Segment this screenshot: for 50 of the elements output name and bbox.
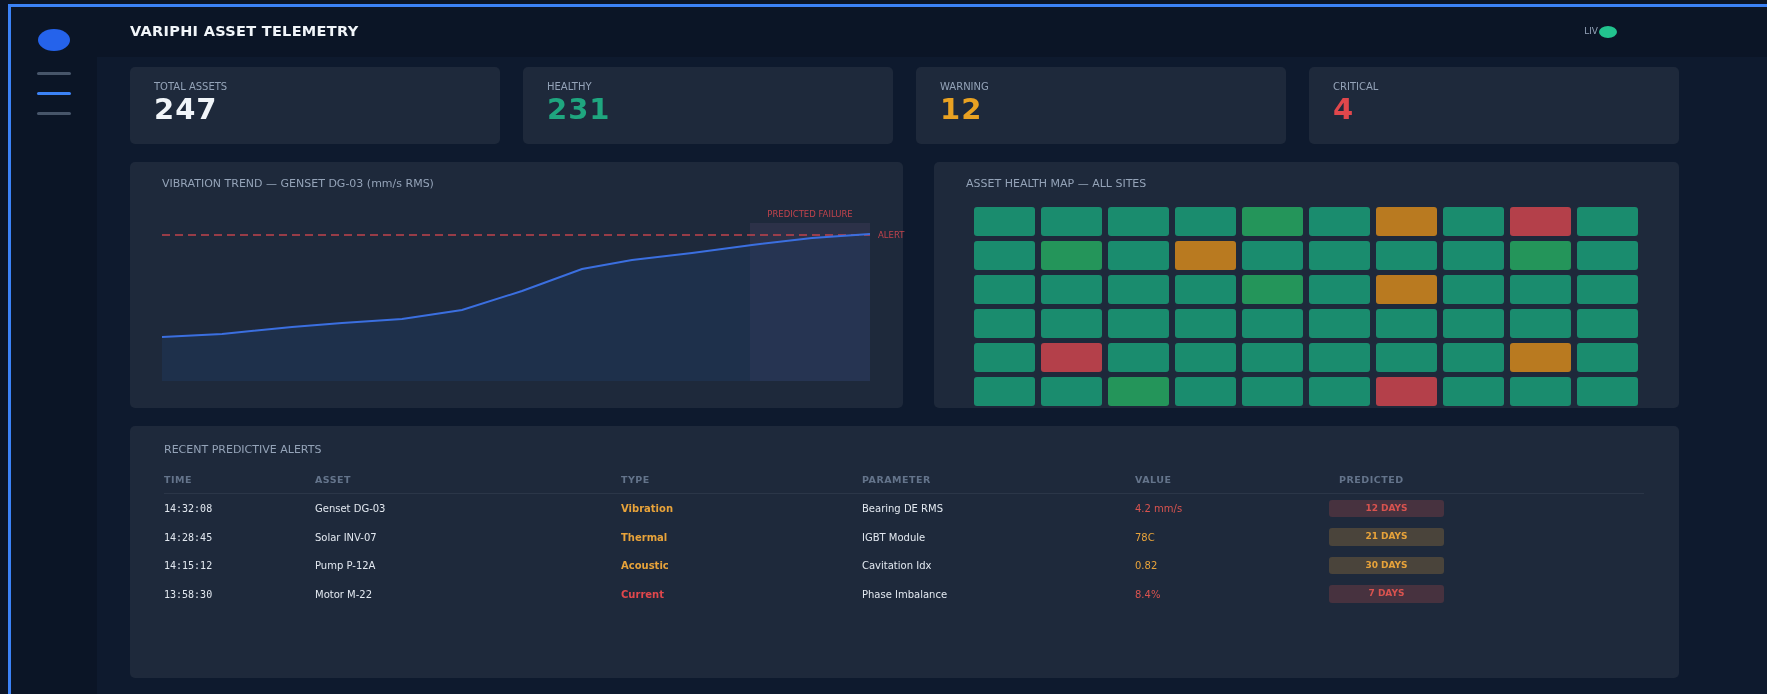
prediction-badge: 21 DAYS	[1329, 528, 1444, 546]
table-cell: 14:28:45	[164, 522, 315, 551]
nav-item[interactable]	[37, 72, 71, 75]
kpi-label: TOTAL ASSETS	[154, 80, 229, 94]
nav-item[interactable]	[37, 92, 71, 95]
prediction-badge: 7 DAYS	[1329, 585, 1444, 603]
table-cell: Pump P-12A	[315, 550, 621, 580]
table-cell: Bearing DE RMS	[862, 493, 1135, 523]
table-cell: IGBT Module	[862, 522, 1135, 551]
table-cell: Acoustic	[621, 560, 669, 571]
table-cell: Thermal	[621, 531, 668, 543]
column-header: VALUE	[1135, 468, 1329, 494]
predicted-failure-label: PREDICTED FAILURE	[767, 208, 853, 219]
alert-label: ALERT	[878, 229, 905, 240]
column-header: PREDICTED	[1329, 468, 1644, 494]
table-cell: 0.82	[1135, 550, 1329, 580]
table-cell: 78C	[1135, 522, 1329, 551]
table-cell: Phase Imbalance	[862, 579, 1135, 608]
table-cell: Current	[621, 588, 664, 600]
live-indicator-icon	[1599, 26, 1617, 38]
kpi-label: CRITICAL	[1333, 80, 1380, 94]
kpi-value: 247	[154, 94, 219, 126]
column-header: TYPE	[621, 468, 862, 494]
table-cell: Genset DG-03	[315, 493, 621, 523]
kpi-label: WARNING	[940, 80, 990, 94]
kpi-value: 12	[940, 94, 984, 126]
prediction-badge: 12 DAYS	[1329, 499, 1444, 518]
table-cell: Solar INV-07	[315, 522, 621, 551]
live-label: LIV	[1584, 25, 1598, 39]
kpi-value: 4	[1333, 94, 1356, 126]
table-cell: 13:58:30	[164, 579, 315, 608]
nav-item[interactable]	[37, 112, 71, 115]
table-cell: 8.4%	[1135, 579, 1329, 608]
table-cell: 4.2 mm/s	[1135, 493, 1329, 523]
panel-title: ASSET HEALTH MAP — ALL SITES	[966, 176, 1148, 192]
panel-title: VIBRATION TREND — GENSET DG-03 (mm/s RMS)	[162, 176, 435, 192]
column-header: TIME	[164, 468, 315, 494]
logo-icon	[38, 29, 70, 51]
app-title: VARIPHI ASSET TELEMETRY	[130, 22, 359, 42]
kpi-label: HEALTHY	[547, 80, 593, 94]
table-cell: 14:32:08	[164, 493, 315, 523]
column-header: PARAMETER	[862, 468, 1135, 494]
table-cell: Vibration	[621, 503, 674, 514]
table-cell: 14:15:12	[164, 550, 315, 580]
table-cell: Motor M-22	[315, 579, 621, 608]
table-cell: Cavitation Idx	[862, 550, 1135, 580]
column-header: ASSET	[315, 468, 621, 494]
prediction-badge: 30 DAYS	[1329, 556, 1444, 575]
kpi-value: 231	[547, 94, 612, 126]
panel-title: RECENT PREDICTIVE ALERTS	[164, 442, 323, 458]
